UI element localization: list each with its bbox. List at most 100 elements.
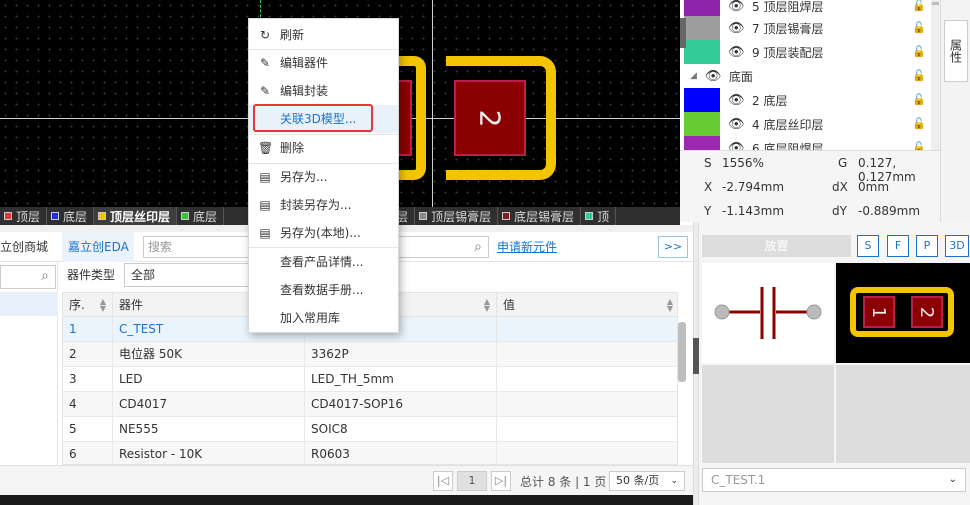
sort-icon[interactable]: ▲▼: [100, 298, 106, 313]
layer-tab-top-silk[interactable]: 顶层丝印层: [94, 207, 178, 225]
lock-icon[interactable]: 🔓: [912, 21, 926, 35]
page-size-select[interactable]: 50 条/页 ⌄: [609, 471, 685, 491]
properties-tab[interactable]: 属性: [944, 20, 968, 82]
search-icon[interactable]: ⌕: [474, 237, 482, 257]
eye-icon[interactable]: 👁: [705, 69, 723, 84]
tab-jlc-eda[interactable]: 嘉立创EDA: [62, 232, 134, 262]
current-page[interactable]: 1: [457, 471, 487, 491]
eye-icon[interactable]: 👁: [728, 93, 746, 108]
layer-color-swatch[interactable]: [684, 136, 720, 150]
table-row[interactable]: 4 CD4017 CD4017-SOP16: [63, 392, 677, 417]
sort-icon[interactable]: ▲▼: [667, 298, 673, 313]
dx-label: dX: [832, 180, 848, 194]
menu-item-save-as[interactable]: ▤ 另存为...: [249, 163, 398, 191]
layer-tab-bottom-2[interactable]: 底层: [177, 207, 225, 225]
eye-icon[interactable]: 👁: [728, 21, 746, 36]
eye-icon[interactable]: 👁: [728, 117, 746, 132]
eye-icon[interactable]: 👁: [728, 141, 746, 151]
column-header-value[interactable]: 值 ▲ ▼: [497, 293, 677, 317]
expand-button[interactable]: >>: [658, 236, 688, 258]
cell-no: 6: [63, 442, 113, 464]
device-type-select[interactable]: 全部: [124, 263, 254, 287]
layer-name: 7 顶层锡膏层: [752, 21, 824, 36]
eye-icon[interactable]: 👁: [728, 45, 746, 60]
menu-item-save-footprint-as[interactable]: ▤ 封装另存为...: [249, 191, 398, 219]
view-footprint-button[interactable]: F: [887, 235, 909, 257]
layer-color-swatch[interactable]: [684, 16, 720, 40]
table-row[interactable]: 5 NE555 SOIC8: [63, 417, 677, 442]
column-header-no[interactable]: 序. ▲ ▼: [63, 293, 113, 317]
category-item-selected[interactable]: [0, 292, 58, 316]
layer-tab-top-paste[interactable]: 顶层锡膏层: [415, 207, 499, 225]
coordinates-panel: S 1556% G 0.127, 0.127mm X -2.794mm dX 0…: [680, 150, 940, 222]
pad-2[interactable]: 2: [454, 80, 526, 156]
layer-row[interactable]: 👁 7 顶层锡膏层 🔓: [680, 16, 940, 40]
table-row[interactable]: 3 LED LED_TH_5mm: [63, 367, 677, 392]
lock-icon[interactable]: 🔓: [912, 141, 926, 150]
layer-tab-label: 底层锡膏层: [514, 209, 575, 224]
lock-icon[interactable]: 🔓: [912, 0, 926, 13]
symbol-preview[interactable]: [702, 263, 834, 363]
layers-scrollbar[interactable]: [931, 0, 940, 150]
column-label: 序.: [69, 298, 85, 312]
eye-icon[interactable]: 👁: [728, 0, 746, 14]
layer-color-swatch[interactable]: [684, 112, 720, 136]
layer-row[interactable]: 👁 6 底层阻焊层 🔓: [680, 136, 940, 150]
layer-color-swatch[interactable]: [684, 88, 720, 112]
layer-color-swatch: [98, 212, 107, 220]
search-placeholder: 搜索: [148, 240, 173, 254]
tab-lcsc-mall[interactable]: 立创商城: [0, 232, 48, 262]
menu-item-delete[interactable]: 🗑 删除: [249, 134, 398, 162]
place-button[interactable]: 放置: [702, 235, 851, 257]
footprint-pad-2: 2: [911, 296, 943, 328]
view-3d-button[interactable]: 3D: [945, 235, 969, 257]
layer-row[interactable]: 👁 2 底层 🔓: [680, 88, 940, 112]
layer-tab-top[interactable]: 顶层: [0, 207, 48, 225]
menu-item-datasheet[interactable]: 查看数据手册...: [249, 276, 398, 304]
lock-icon[interactable]: 🔓: [912, 45, 926, 59]
menu-item-edit-footprint[interactable]: ✎ 编辑封装: [249, 77, 398, 105]
table-row[interactable]: 2 电位器 50K 3362P: [63, 342, 677, 367]
view-symbol-button[interactable]: S: [857, 235, 879, 257]
category-search-input[interactable]: ⌕: [0, 265, 56, 289]
menu-item-label: 查看产品详情...: [280, 255, 364, 269]
layer-tab-top-assembly[interactable]: 顶: [581, 207, 617, 225]
layer-row[interactable]: 👁 4 底层丝印层 🔓: [680, 112, 940, 136]
table-row[interactable]: 6 Resistor - 10K R0603: [63, 442, 677, 464]
footprint-select[interactable]: C_TEST.1 ⌄: [702, 468, 966, 492]
layer-color-swatch: [51, 212, 60, 220]
view-pcb-button[interactable]: P: [916, 235, 938, 257]
sort-icon[interactable]: ▲▼: [484, 298, 490, 313]
context-menu: ↻ 刷新 ✎ 编辑器件 ✎ 编辑封装 关联3D模型... 🗑 删除 ▤ 另存为... ▤ 封…: [248, 18, 399, 333]
save-icon: ▤: [259, 170, 271, 184]
request-new-component-link[interactable]: 申请新元件: [497, 232, 557, 262]
page-size-value: 50 条/页: [616, 474, 660, 487]
column-label: 器件: [119, 298, 144, 312]
footprint-preview[interactable]: 1 2: [836, 263, 970, 363]
layer-tab-label: 底层: [193, 209, 218, 224]
lock-icon[interactable]: 🔓: [912, 69, 926, 83]
scale-label: S: [704, 156, 712, 170]
menu-item-product-details[interactable]: 查看产品详情...: [249, 248, 398, 276]
lock-icon[interactable]: 🔓: [912, 117, 926, 131]
menu-item-add-favorites[interactable]: 加入常用库: [249, 304, 398, 332]
table-scrollbar[interactable]: [678, 322, 686, 382]
layer-row[interactable]: 👁 9 顶层装配层 🔓: [680, 40, 940, 64]
layer-color-swatch[interactable]: [684, 40, 720, 64]
menu-item-save-local[interactable]: ▤ 另存为(本地)...: [249, 219, 398, 247]
layer-name: 6 底层阻焊层: [752, 141, 824, 151]
collapse-triangle-icon[interactable]: ◢: [690, 71, 697, 81]
layer-tab-label: 顶层: [16, 209, 41, 224]
trash-icon: 🗑: [258, 141, 274, 155]
last-page-button[interactable]: ▷|: [491, 471, 511, 491]
layer-tab-bottom[interactable]: 底层: [47, 207, 95, 225]
panel-collapse-handle[interactable]: [680, 18, 686, 48]
lock-icon[interactable]: 🔓: [912, 93, 926, 107]
layer-group-bottom[interactable]: ◢ 👁 底面 🔓: [680, 64, 940, 88]
layer-tab-bottom-paste[interactable]: 底层锡膏层: [498, 207, 582, 225]
menu-item-refresh[interactable]: ↻ 刷新: [249, 21, 398, 49]
first-page-button[interactable]: |◁: [433, 471, 453, 491]
menu-item-edit-device[interactable]: ✎ 编辑器件: [249, 49, 398, 77]
search-icon[interactable]: ⌕: [41, 268, 49, 284]
cell-footprint: 3362P: [305, 342, 497, 367]
